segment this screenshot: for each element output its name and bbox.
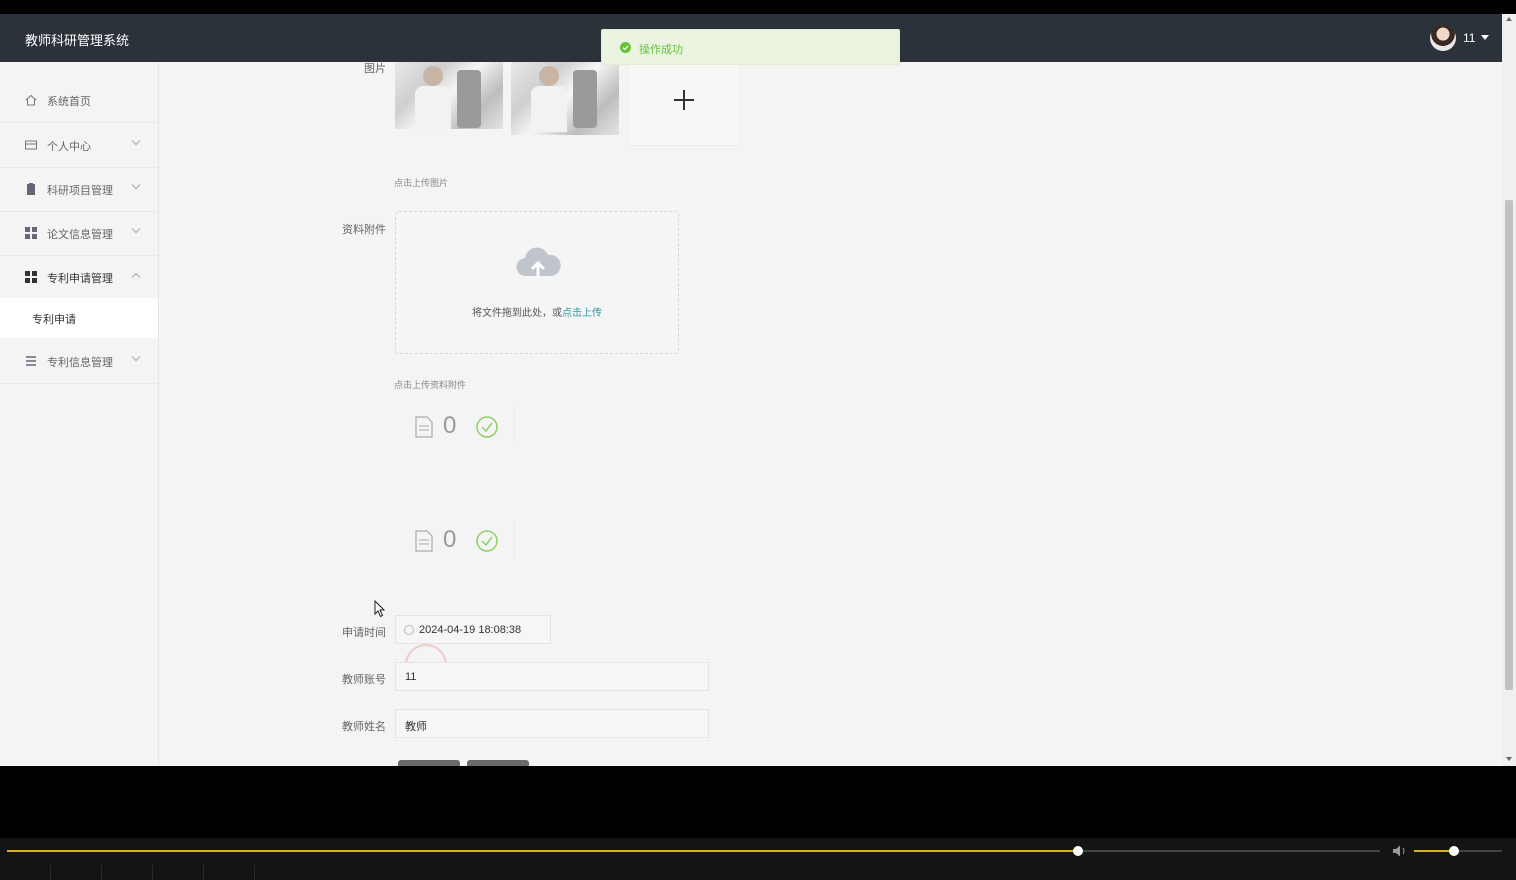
file-name: 0 xyxy=(443,526,457,553)
document-icon xyxy=(415,530,433,552)
sidebar-item-label: 个人中心 xyxy=(47,141,91,153)
user-name[interactable]: 11 xyxy=(1463,31,1475,45)
sidebar-item-label: 专利信息管理 xyxy=(47,357,113,369)
clipboard-icon xyxy=(27,183,35,195)
check-circle-icon xyxy=(476,530,498,552)
sidebar-item-label: 论文信息管理 xyxy=(47,229,113,241)
volume-icon[interactable] xyxy=(1392,844,1408,858)
list-icon xyxy=(26,356,36,366)
sidebar-item-patent-info[interactable]: 专利信息管理 xyxy=(0,339,158,384)
sidebar-item-home[interactable]: 系统首页 xyxy=(0,78,158,123)
sidebar-item-patent-apply-mgmt[interactable]: 专利申请管理 xyxy=(0,255,158,300)
sidebar-item-papers[interactable]: 论文信息管理 xyxy=(0,211,158,256)
page-scrollbar[interactable] xyxy=(1502,14,1516,766)
sidebar-item-label: 系统首页 xyxy=(47,96,91,108)
image-thumbnail[interactable] xyxy=(395,62,503,129)
image-thumbnail[interactable] xyxy=(511,62,619,135)
chevron-up-icon xyxy=(131,272,141,282)
chevron-down-icon xyxy=(131,136,141,146)
scroll-up-arrow-icon[interactable] xyxy=(1506,17,1512,21)
toast-message: 操作成功 xyxy=(639,44,683,56)
sidebar-subitem-patent-apply[interactable]: 专利申请 xyxy=(0,298,158,338)
chevron-down-icon xyxy=(131,224,141,234)
image-label: 图片 xyxy=(364,63,386,75)
file-list-item[interactable]: 0 xyxy=(414,406,515,446)
video-player-bar xyxy=(0,838,1516,880)
clock-icon xyxy=(404,625,414,635)
caret-down-icon[interactable] xyxy=(1481,35,1489,40)
attachment-label: 资料附件 xyxy=(342,224,386,236)
attachment-hint: 点击上传资料附件 xyxy=(394,380,467,390)
check-circle-icon xyxy=(476,416,498,438)
teacher-name-label: 教师姓名 xyxy=(342,721,386,733)
file-list-item[interactable]: 0 xyxy=(414,520,515,560)
seek-bar[interactable] xyxy=(7,846,1380,856)
volume-handle[interactable] xyxy=(1448,846,1459,856)
app-title: 教师科研管理系统 xyxy=(25,33,130,48)
player-control-slot[interactable] xyxy=(204,865,255,880)
player-control-strip xyxy=(0,865,1516,880)
card-icon xyxy=(25,140,37,150)
volume-slider[interactable] xyxy=(1414,846,1502,856)
scroll-down-arrow-icon[interactable] xyxy=(1506,757,1512,761)
sidebar-item-label: 科研项目管理 xyxy=(47,185,113,197)
chevron-down-icon xyxy=(131,180,141,190)
upload-link[interactable]: 点击上传 xyxy=(562,308,602,319)
apply-time-value: 2024-04-19 18:08:38 xyxy=(419,624,522,636)
teacher-account-value: 11 xyxy=(405,671,417,683)
teacher-account-input[interactable]: 11 xyxy=(395,662,709,691)
grid-icon xyxy=(25,271,37,283)
sidebar: 系统首页 个人中心 科研项目管理 论文信息管理 专利申请管理 专利申请 专利信息… xyxy=(0,62,159,766)
teacher-account-label: 教师账号 xyxy=(342,674,386,686)
user-avatar[interactable] xyxy=(1430,25,1456,51)
success-toast: 操作成功 xyxy=(601,29,900,65)
home-icon xyxy=(25,94,37,106)
grid-icon xyxy=(25,227,37,239)
chevron-down-icon xyxy=(131,352,141,362)
file-name: 0 xyxy=(443,412,457,439)
player-control-slot[interactable] xyxy=(0,865,51,880)
scrollbar-thumb[interactable] xyxy=(1505,200,1513,690)
player-control-slot[interactable] xyxy=(51,865,102,880)
volume-level xyxy=(1414,850,1454,852)
app-window: 教师科研管理系统 11 系统首页 个人中心 科研项目管理 论文信息管理 专利申请… xyxy=(0,14,1516,766)
player-control-slot[interactable] xyxy=(153,865,204,880)
success-icon xyxy=(620,42,631,53)
image-upload-button[interactable] xyxy=(628,62,740,146)
apply-time-label: 申请时间 xyxy=(342,627,386,639)
teacher-name-input[interactable]: 教师 xyxy=(395,709,709,738)
dropzone-text: 将文件拖到此处，或点击上传 xyxy=(472,308,602,319)
sidebar-item-label: 专利申请管理 xyxy=(47,273,113,285)
apply-time-picker[interactable]: 2024-04-19 18:08:38 xyxy=(395,615,551,644)
image-hint: 点击上传图片 xyxy=(394,178,449,188)
seek-progress xyxy=(7,850,1078,852)
sidebar-item-research[interactable]: 科研项目管理 xyxy=(0,167,158,212)
document-icon xyxy=(415,416,433,438)
submit-button[interactable] xyxy=(398,760,460,766)
seek-handle[interactable] xyxy=(1072,846,1083,856)
mouse-cursor-icon xyxy=(374,600,386,618)
file-dropzone[interactable]: 将文件拖到此处，或点击上传 xyxy=(395,211,679,354)
cancel-button[interactable] xyxy=(467,760,529,766)
sidebar-subitem-label: 专利申请 xyxy=(32,314,76,326)
cloud-upload-icon xyxy=(516,247,561,278)
player-control-slot[interactable] xyxy=(102,865,153,880)
sidebar-item-personal[interactable]: 个人中心 xyxy=(0,123,158,168)
teacher-name-value: 教师 xyxy=(405,721,427,733)
